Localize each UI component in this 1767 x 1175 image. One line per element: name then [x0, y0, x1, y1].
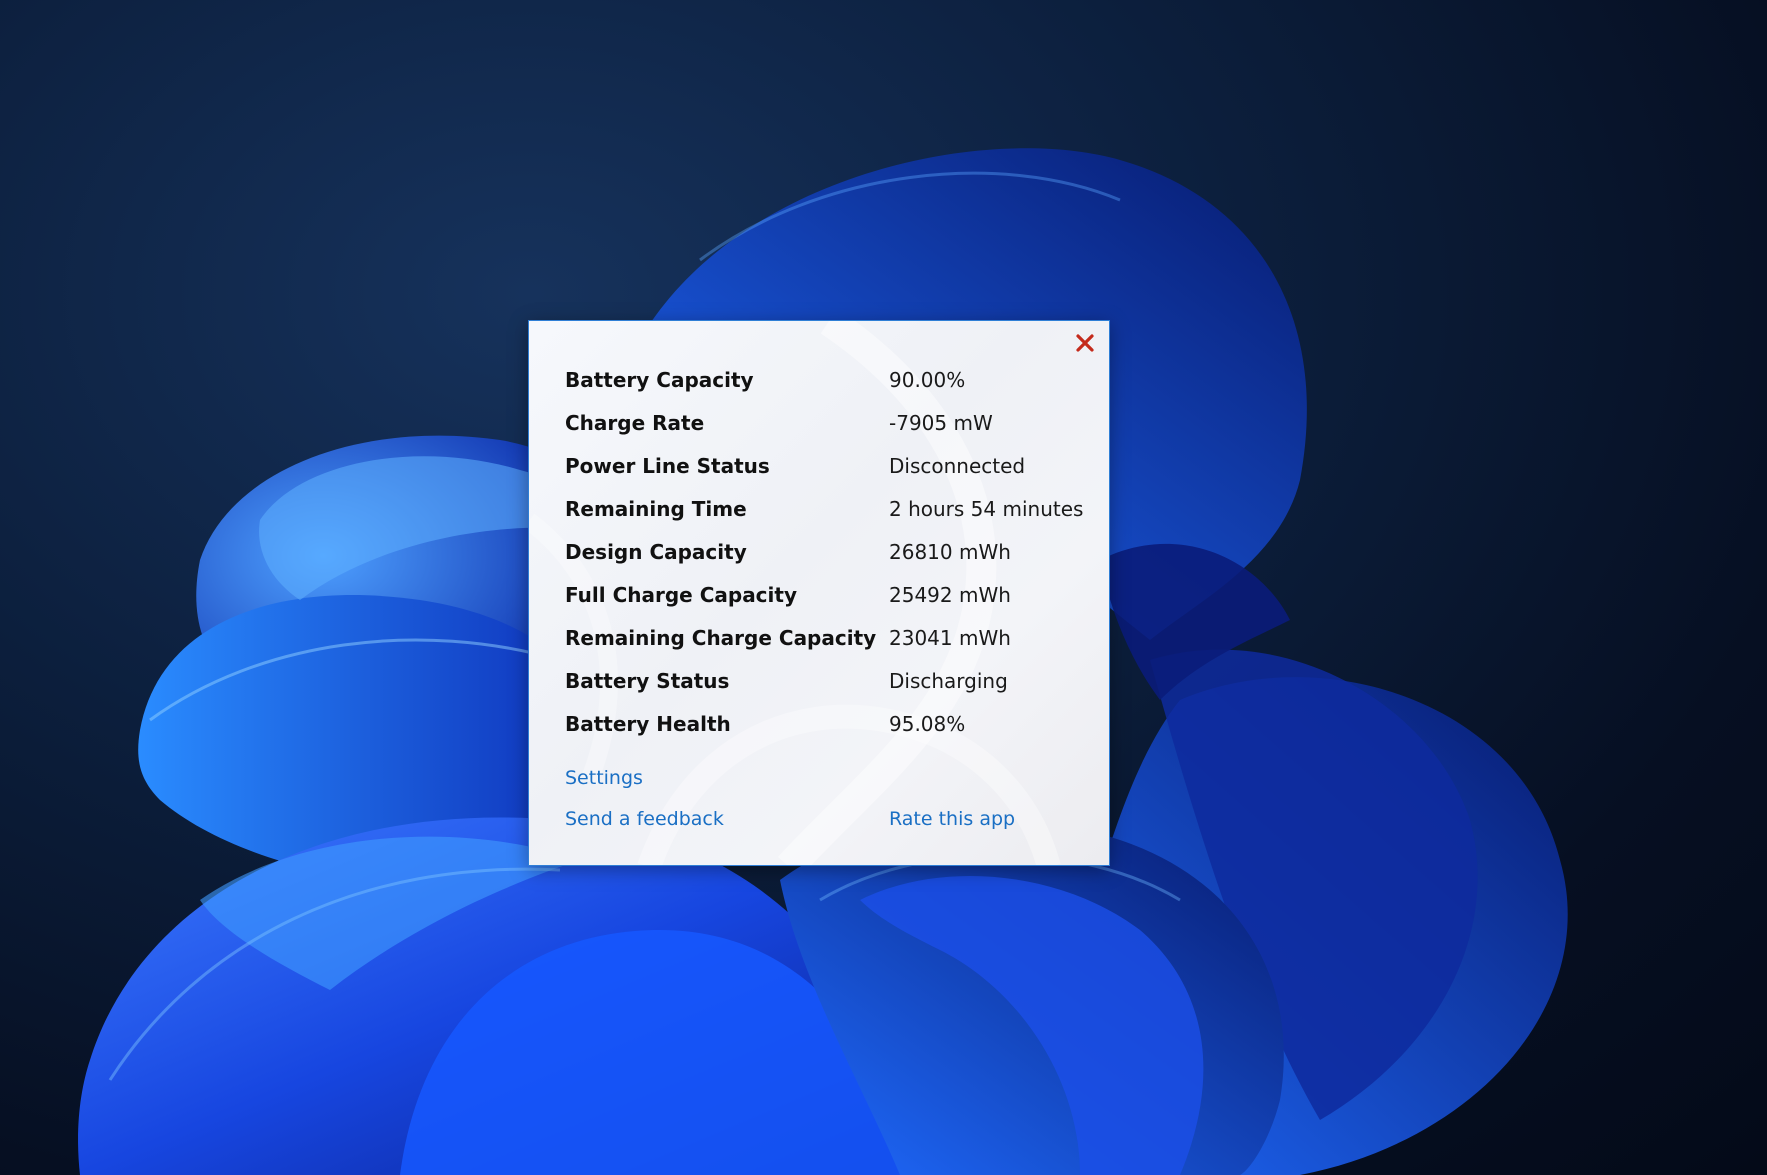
label-design-capacity: Design Capacity — [565, 539, 747, 564]
value-full-charge-capacity: 25492 mWh — [889, 582, 1011, 607]
close-button[interactable] — [1071, 329, 1099, 357]
settings-link[interactable]: Settings — [565, 767, 643, 789]
rate-app-link[interactable]: Rate this app — [889, 808, 1015, 830]
battery-info-table: Battery Capacity 90.00% Charge Rate -790… — [565, 358, 1085, 745]
row-battery-status: Battery Status Discharging — [565, 659, 1085, 702]
label-battery-status: Battery Status — [565, 668, 730, 693]
value-power-line-status: Disconnected — [889, 453, 1026, 478]
row-battery-capacity: Battery Capacity 90.00% — [565, 358, 1085, 401]
value-remaining-charge-capacity: 23041 mWh — [889, 625, 1011, 650]
label-remaining-time: Remaining Time — [565, 496, 747, 521]
row-remaining-charge-capacity: Remaining Charge Capacity 23041 mWh — [565, 616, 1085, 659]
row-charge-rate: Charge Rate -7905 mW — [565, 401, 1085, 444]
label-remaining-charge-capacity: Remaining Charge Capacity — [565, 625, 877, 650]
value-remaining-time: 2 hours 54 minutes — [889, 496, 1084, 521]
battery-info-popup: Battery Capacity 90.00% Charge Rate -790… — [528, 320, 1110, 866]
value-battery-health: 95.08% — [889, 711, 966, 736]
send-feedback-link[interactable]: Send a feedback — [565, 808, 724, 830]
link-row-settings: Settings — [565, 757, 1085, 798]
value-charge-rate: -7905 mW — [889, 410, 993, 435]
value-design-capacity: 26810 mWh — [889, 539, 1011, 564]
row-power-line-status: Power Line Status Disconnected — [565, 444, 1085, 487]
label-battery-health: Battery Health — [565, 711, 731, 736]
label-battery-capacity: Battery Capacity — [565, 367, 754, 392]
row-remaining-time: Remaining Time 2 hours 54 minutes — [565, 487, 1085, 530]
feedback-link-cell: Send a feedback — [565, 808, 889, 830]
label-charge-rate: Charge Rate — [565, 410, 705, 435]
link-row-feedback-rate: Send a feedback Rate this app — [565, 798, 1085, 839]
value-battery-capacity: 90.00% — [889, 367, 966, 392]
label-full-charge-capacity: Full Charge Capacity — [565, 582, 797, 607]
value-battery-status: Discharging — [889, 668, 1008, 693]
popup-links: Settings Send a feedback Rate this app — [565, 757, 1085, 839]
row-battery-health: Battery Health 95.08% — [565, 702, 1085, 745]
label-power-line-status: Power Line Status — [565, 453, 770, 478]
row-design-capacity: Design Capacity 26810 mWh — [565, 530, 1085, 573]
close-x-icon — [1076, 334, 1094, 352]
desktop-wallpaper: Battery Capacity 90.00% Charge Rate -790… — [0, 0, 1767, 1175]
row-full-charge-capacity: Full Charge Capacity 25492 mWh — [565, 573, 1085, 616]
